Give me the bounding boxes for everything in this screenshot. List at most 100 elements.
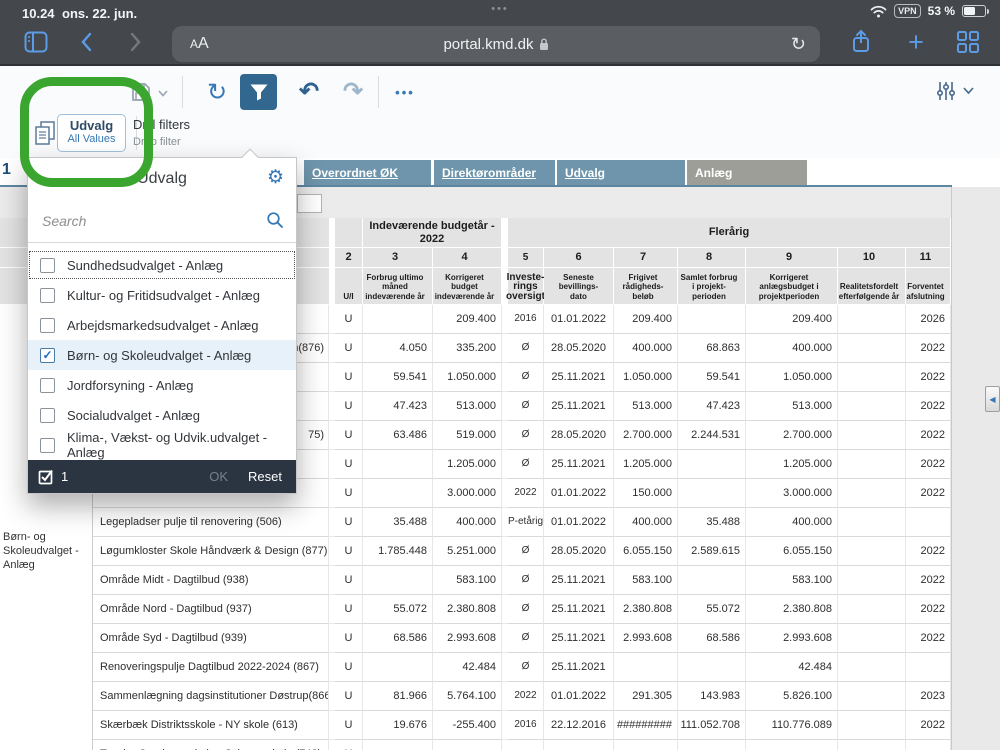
- cell-c-8: 59.541: [678, 363, 746, 392]
- reset-button[interactable]: Reset: [248, 469, 282, 484]
- table-row[interactable]: Område Midt - Dagtilbud (938)U583.100Ø25…: [0, 566, 951, 595]
- search-input[interactable]: [42, 213, 252, 229]
- forward-button[interactable]: [126, 22, 146, 62]
- cell-c-7: 400.000: [614, 334, 678, 363]
- save-icon[interactable]: [128, 80, 154, 104]
- cell-c-8: [678, 450, 746, 479]
- right-gutter: [951, 187, 1000, 750]
- dropdown-item[interactable]: Arbejdsmarkedsudvalget - Anlæg: [28, 310, 296, 340]
- dropdown-item[interactable]: Sundhedsudvalget - Anlæg: [28, 250, 296, 280]
- tab-udvalg[interactable]: Udvalg: [557, 160, 685, 186]
- scroll-left-arrow[interactable]: ◀: [985, 386, 1000, 412]
- dropdown-item[interactable]: Kultur- og Fritidsudvalget - Anlæg: [28, 280, 296, 310]
- new-tab-button[interactable]: +: [902, 22, 930, 62]
- column-number: 11: [906, 248, 951, 268]
- cell-c-5: Ø: [508, 566, 544, 595]
- group-label: Børn- og Skoleudvalget - Anlæg: [3, 530, 79, 572]
- table-row[interactable]: Sammenlægning dagsinstitutioner Døstrup(…: [0, 682, 951, 711]
- tab-direktoromrader[interactable]: Direktørområder: [434, 160, 555, 186]
- cell-c-9: 6.055.150: [746, 537, 838, 566]
- cell-c-5: Ø: [508, 450, 544, 479]
- table-row[interactable]: Renoveringspulje Dagtilbud 2022-2024 (86…: [0, 653, 951, 682]
- table-row[interactable]: Løgumkloster Skole Håndværk & Design (87…: [0, 537, 951, 566]
- redo-icon[interactable]: ↷: [338, 76, 368, 106]
- gear-icon[interactable]: ⚙: [267, 167, 284, 189]
- checkbox-checked[interactable]: ✓: [40, 348, 55, 363]
- tab-fragment[interactable]: 1: [2, 161, 11, 179]
- undo-icon[interactable]: ↶: [294, 76, 324, 106]
- checkbox-unchecked[interactable]: [40, 258, 55, 273]
- cell-c-5: Ø: [508, 334, 544, 363]
- share-button[interactable]: [848, 22, 874, 62]
- table-row[interactable]: Skærbæk Distriktsskole - NY skole (613)U…: [0, 711, 951, 740]
- tab-anlaeg[interactable]: Anlæg: [687, 160, 807, 186]
- table-row[interactable]: Legepladser pulje til renovering (506)U3…: [0, 508, 951, 537]
- dropdown-item[interactable]: Jordforsyning - Anlæg: [28, 370, 296, 400]
- funnel-icon: [249, 83, 269, 102]
- cell-c-8: [678, 566, 746, 595]
- back-button[interactable]: [76, 22, 96, 62]
- table-row[interactable]: Område Syd - Dagtilbud (939)U68.5862.993…: [0, 624, 951, 653]
- cell-c-11: [906, 653, 951, 682]
- cell-c-5: 2022: [508, 682, 544, 711]
- settings-chevron-icon[interactable]: [961, 86, 975, 96]
- refresh-icon[interactable]: ↻: [203, 76, 231, 108]
- column-title: Seneste bevillings- dato: [544, 268, 614, 305]
- cell-c-11: 2022: [906, 711, 951, 740]
- cell-c-ui: U: [335, 363, 363, 392]
- project-label: Sammenlægning dagsinstitutioner Døstrup(…: [93, 682, 329, 711]
- column-title: Korrigeret budget indeværende år: [433, 268, 502, 305]
- tabs-overview-button[interactable]: [953, 22, 983, 62]
- dropdown-item[interactable]: Klima-, Vækst- og Udvik.udvalget - Anlæg: [28, 430, 296, 460]
- checkbox-unchecked[interactable]: [40, 318, 55, 333]
- table-row[interactable]: Tønder Overbygn.skole - Science skole (7…: [0, 740, 951, 750]
- project-label: Område Nord - Dagtilbud (937): [93, 595, 329, 624]
- sidebar-toggle-button[interactable]: [22, 22, 50, 62]
- more-actions-button[interactable]: •••: [390, 82, 420, 102]
- wifi-icon: [870, 5, 887, 18]
- column-title: Realitetsfordelt efterfølgende år: [838, 268, 906, 305]
- address-bar[interactable]: AA portal.kmd.dk ↻: [172, 26, 820, 62]
- save-menu-chevron-icon[interactable]: [157, 88, 169, 98]
- search-icon[interactable]: [266, 211, 284, 229]
- column-filter-input[interactable]: [297, 194, 322, 213]
- cell-c-4: 5.251.000: [433, 537, 502, 566]
- drill-filters-label: Drill filters: [133, 117, 190, 132]
- filter-chip-title: Udvalg: [58, 118, 125, 133]
- ok-button[interactable]: OK: [209, 469, 228, 484]
- cell-c-3: [363, 305, 433, 334]
- dropdown-item-label: Sundhedsudvalget - Anlæg: [67, 258, 223, 273]
- cell-c-11: 2022: [906, 479, 951, 508]
- cell-c-4: 400.000: [433, 508, 502, 537]
- checkbox-unchecked[interactable]: [40, 408, 55, 423]
- cell-c-7: 583.100: [614, 566, 678, 595]
- cell-c-4: 42.484: [433, 653, 502, 682]
- cell-c-6: 22.12.2016: [544, 711, 614, 740]
- cell-c-9: 400.000: [746, 334, 838, 363]
- udvalg-filter-chip[interactable]: Udvalg All Values: [57, 114, 126, 152]
- checkbox-unchecked[interactable]: [40, 438, 55, 453]
- checkbox-unchecked[interactable]: [40, 378, 55, 393]
- tab-overordnet-ok[interactable]: Overordnet ØK: [304, 160, 431, 186]
- project-label: Legepladser pulje til renovering (506): [93, 508, 329, 537]
- reader-aa-button[interactable]: AA: [190, 35, 209, 53]
- document-copy-icon[interactable]: [32, 118, 58, 148]
- cell-c-ui: U: [335, 479, 363, 508]
- dropdown-item[interactable]: Socialudvalget - Anlæg: [28, 400, 296, 430]
- table-row[interactable]: Område Nord - Dagtilbud (937)U55.0722.38…: [0, 595, 951, 624]
- dropdown-item[interactable]: ✓Børn- og Skoleudvalget - Anlæg: [28, 340, 296, 370]
- cell-c-8: [678, 653, 746, 682]
- cell-c-9: 513.000: [746, 392, 838, 421]
- cell-c-ui: U: [335, 566, 363, 595]
- dropdown-item-label: Socialudvalget - Anlæg: [67, 408, 200, 423]
- cell-c-3: 63.486: [363, 421, 433, 450]
- cell-c-3: 1.785.448: [363, 537, 433, 566]
- settings-sliders-icon[interactable]: [934, 78, 958, 104]
- cell-c-9: 2.380.808: [746, 595, 838, 624]
- cell-c-6: 25.11.2021: [544, 653, 614, 682]
- cell-c-10: [838, 450, 906, 479]
- filter-button-active[interactable]: [240, 74, 277, 110]
- reload-button[interactable]: ↻: [791, 34, 806, 55]
- checkbox-unchecked[interactable]: [40, 288, 55, 303]
- column-title: U/I: [335, 268, 363, 305]
